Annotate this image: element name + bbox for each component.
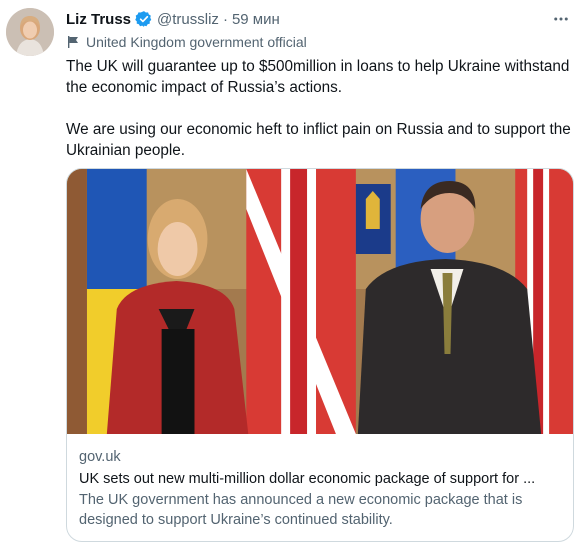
tweet-paragraph: The UK will guarantee up to $500million … [66, 58, 570, 96]
author-handle[interactable]: @trussliz [157, 11, 219, 28]
link-card[interactable]: gov.uk UK sets out new multi-million dol… [66, 168, 574, 542]
link-card-description: The UK government has announced a new ec… [79, 492, 523, 528]
link-card-info: gov.uk UK sets out new multi-million dol… [79, 448, 561, 530]
avatar[interactable] [6, 8, 54, 56]
tweet[interactable]: Liz Truss @trussliz · 59 мин United King… [0, 0, 584, 552]
avatar-image [6, 8, 54, 56]
more-icon[interactable] [550, 8, 572, 30]
author-name[interactable]: Liz Truss [66, 11, 131, 28]
tweet-header: Liz Truss @trussliz · 59 мин [66, 8, 572, 30]
link-card-title: UK sets out new multi-million dollar eco… [79, 471, 536, 487]
tweet-timestamp[interactable]: 59 мин [232, 11, 280, 28]
link-card-domain: gov.uk [79, 449, 121, 465]
separator-dot: · [222, 10, 228, 28]
government-label[interactable]: United Kingdom government official [66, 32, 307, 52]
government-label-text: United Kingdom government official [86, 34, 307, 50]
tweet-text: The UK will guarantee up to $500million … [66, 56, 574, 182]
verified-badge-icon [135, 10, 153, 28]
tweet-paragraph: We are using our economic heft to inflic… [66, 121, 571, 159]
link-card-image [67, 169, 573, 434]
government-flag-icon [66, 35, 80, 49]
